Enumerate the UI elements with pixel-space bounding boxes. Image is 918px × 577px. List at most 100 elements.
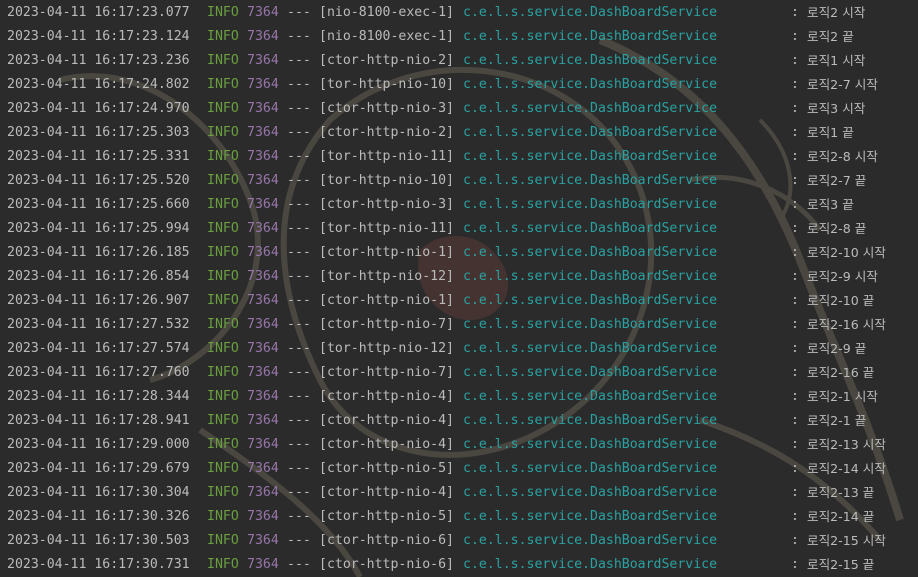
log-separator: --- [287, 557, 311, 572]
log-pid: 7364 [247, 173, 279, 188]
log-separator: --- [287, 533, 311, 548]
log-separator: --- [287, 413, 311, 428]
log-logger: c.e.l.s.service.DashBoardService [463, 53, 718, 68]
log-level: INFO [207, 317, 239, 332]
log-timestamp: 2023-04-11 16:17:25.331 [7, 149, 190, 164]
log-line: 2023-04-11 16:17:25.303 INFO 7364 --- [ctor-… [0, 121, 918, 145]
log-message: 로직3 시작 [807, 101, 866, 116]
log-timestamp: 2023-04-11 16:17:30.326 [7, 509, 190, 524]
log-colon: : [791, 557, 799, 572]
log-separator: --- [287, 125, 311, 140]
log-colon: : [791, 101, 799, 116]
log-separator: --- [287, 173, 311, 188]
log-separator: --- [287, 389, 311, 404]
log-message: 로직2-13 시작 [807, 437, 886, 452]
log-separator: --- [287, 197, 311, 212]
log-pid: 7364 [247, 5, 279, 20]
log-timestamp: 2023-04-11 16:17:25.994 [7, 221, 190, 236]
log-pid: 7364 [247, 197, 279, 212]
log-separator: --- [287, 269, 311, 284]
log-line: 2023-04-11 16:17:25.520 INFO 7364 --- [tor-h… [0, 169, 918, 193]
log-pid: 7364 [247, 269, 279, 284]
log-thread: [ctor-http-nio-1] [319, 245, 454, 260]
log-logger: c.e.l.s.service.DashBoardService [463, 245, 718, 260]
log-level: INFO [207, 125, 239, 140]
log-pid: 7364 [247, 101, 279, 116]
log-pid: 7364 [247, 461, 279, 476]
log-separator: --- [287, 293, 311, 308]
log-pid: 7364 [247, 413, 279, 428]
log-colon: : [791, 173, 799, 188]
log-logger: c.e.l.s.service.DashBoardService [463, 29, 718, 44]
log-logger: c.e.l.s.service.DashBoardService [463, 557, 718, 572]
log-timestamp: 2023-04-11 16:17:25.303 [7, 125, 190, 140]
log-message: 로직2-15 시작 [807, 533, 886, 548]
log-lines: 2023-04-11 16:17:23.077 INFO 7364 --- [nio-8… [0, 0, 918, 577]
log-thread: [tor-http-nio-12] [319, 269, 454, 284]
log-logger: c.e.l.s.service.DashBoardService [463, 341, 718, 356]
log-logger: c.e.l.s.service.DashBoardService [463, 437, 718, 452]
log-separator: --- [287, 77, 311, 92]
log-timestamp: 2023-04-11 16:17:25.520 [7, 173, 190, 188]
log-logger: c.e.l.s.service.DashBoardService [463, 197, 718, 212]
log-logger: c.e.l.s.service.DashBoardService [463, 149, 718, 164]
log-separator: --- [287, 29, 311, 44]
log-level: INFO [207, 365, 239, 380]
log-line: 2023-04-11 16:17:30.304 INFO 7364 --- [ctor-… [0, 481, 918, 505]
log-level: INFO [207, 533, 239, 548]
log-thread: [ctor-http-nio-5] [319, 461, 454, 476]
log-line: 2023-04-11 16:17:23.124 INFO 7364 --- [nio-8… [0, 25, 918, 49]
log-colon: : [791, 149, 799, 164]
log-separator: --- [287, 53, 311, 68]
log-logger: c.e.l.s.service.DashBoardService [463, 221, 718, 236]
log-separator: --- [287, 365, 311, 380]
log-colon: : [791, 293, 799, 308]
log-timestamp: 2023-04-11 16:17:28.344 [7, 389, 190, 404]
log-logger: c.e.l.s.service.DashBoardService [463, 485, 718, 500]
log-colon: : [791, 77, 799, 92]
log-colon: : [791, 53, 799, 68]
log-message: 로직2-16 시작 [807, 317, 886, 332]
log-level: INFO [207, 197, 239, 212]
log-separator: --- [287, 509, 311, 524]
log-thread: [nio-8100-exec-1] [319, 29, 454, 44]
log-logger: c.e.l.s.service.DashBoardService [463, 101, 718, 116]
log-colon: : [791, 245, 799, 260]
log-timestamp: 2023-04-11 16:17:27.532 [7, 317, 190, 332]
log-line: 2023-04-11 16:17:24.970 INFO 7364 --- [ctor-… [0, 97, 918, 121]
log-separator: --- [287, 221, 311, 236]
log-timestamp: 2023-04-11 16:17:23.236 [7, 53, 190, 68]
log-thread: [ctor-http-nio-2] [319, 125, 454, 140]
log-timestamp: 2023-04-11 16:17:27.574 [7, 341, 190, 356]
log-pid: 7364 [247, 509, 279, 524]
log-thread: [ctor-http-nio-1] [319, 293, 454, 308]
log-pid: 7364 [247, 437, 279, 452]
log-logger: c.e.l.s.service.DashBoardService [463, 533, 718, 548]
log-pid: 7364 [247, 317, 279, 332]
log-message: 로직2 시작 [807, 5, 866, 20]
log-message: 로직1 끝 [807, 125, 854, 140]
log-level: INFO [207, 341, 239, 356]
log-colon: : [791, 5, 799, 20]
log-colon: : [791, 509, 799, 524]
log-pid: 7364 [247, 389, 279, 404]
log-level: INFO [207, 557, 239, 572]
log-logger: c.e.l.s.service.DashBoardService [463, 173, 718, 188]
log-level: INFO [207, 221, 239, 236]
log-pid: 7364 [247, 245, 279, 260]
log-pid: 7364 [247, 341, 279, 356]
log-colon: : [791, 269, 799, 284]
log-line: 2023-04-11 16:17:24.802 INFO 7364 --- [tor-h… [0, 73, 918, 97]
log-logger: c.e.l.s.service.DashBoardService [463, 509, 718, 524]
log-colon: : [791, 533, 799, 548]
log-level: INFO [207, 29, 239, 44]
log-message: 로직1 시작 [807, 53, 866, 68]
log-colon: : [791, 413, 799, 428]
log-message: 로직2-1 끝 [807, 413, 867, 428]
log-timestamp: 2023-04-11 16:17:30.731 [7, 557, 190, 572]
log-pid: 7364 [247, 557, 279, 572]
console-output-panel[interactable]: 2023-04-11 16:17:23.077 INFO 7364 --- [nio-8… [0, 0, 918, 577]
log-line: 2023-04-11 16:17:26.907 INFO 7364 --- [ctor-… [0, 289, 918, 313]
log-timestamp: 2023-04-11 16:17:29.000 [7, 437, 190, 452]
log-thread: [ctor-http-nio-4] [319, 437, 454, 452]
